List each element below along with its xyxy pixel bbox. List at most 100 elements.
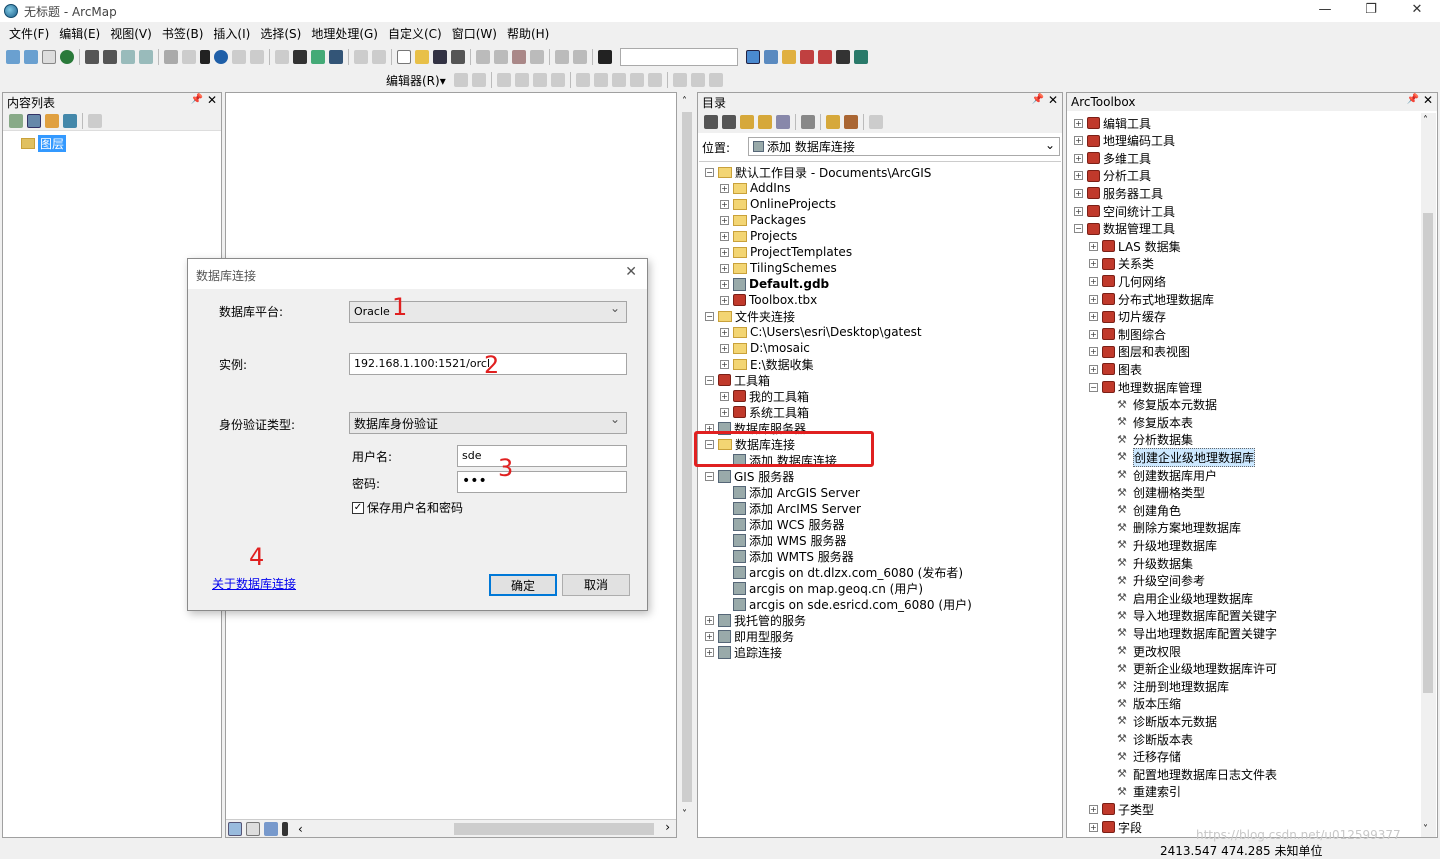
expand-icon[interactable]: +: [1074, 153, 1083, 163]
close-icon[interactable]: ✕: [1423, 93, 1433, 107]
tree-item[interactable]: 添加 WMS 服务器: [720, 532, 846, 548]
model-builder-icon[interactable]: [854, 50, 868, 64]
tree-item[interactable]: + 图表: [1089, 361, 1142, 377]
tree-item[interactable]: + Projects: [720, 228, 797, 244]
menu-item[interactable]: 视图(V): [105, 25, 157, 42]
close-icon[interactable]: ✕: [1048, 93, 1058, 107]
print-icon[interactable]: [451, 50, 465, 64]
rotate-icon[interactable]: [647, 73, 662, 87]
collapse-icon[interactable]: −: [705, 167, 714, 177]
add-data-icon[interactable]: [598, 50, 612, 64]
pin-icon[interactable]: 📌: [1032, 94, 1044, 105]
layer-item[interactable]: 图层: [21, 135, 67, 152]
hyperlink-icon[interactable]: [232, 50, 246, 64]
trace-icon[interactable]: [532, 73, 547, 87]
expand-icon[interactable]: +: [720, 391, 729, 401]
edit-vertices-icon[interactable]: [575, 73, 590, 87]
menu-item[interactable]: 编辑(E): [54, 25, 105, 42]
select-features-icon[interactable]: [164, 50, 178, 64]
menu-item[interactable]: 窗口(W): [447, 25, 502, 42]
expand-icon[interactable]: +: [1089, 364, 1098, 374]
tree-item[interactable]: + Toolbox.tbx: [720, 292, 817, 308]
open-icon[interactable]: [415, 50, 429, 64]
expand-icon[interactable]: +: [705, 615, 714, 625]
collapse-icon[interactable]: −: [1089, 382, 1098, 392]
close-icon[interactable]: ✕: [207, 93, 217, 107]
list-by-source-icon[interactable]: [27, 113, 41, 128]
collapse-icon[interactable]: −: [705, 375, 714, 385]
expand-icon[interactable]: +: [1074, 188, 1083, 198]
tree-item[interactable]: + 切片缓存: [1089, 309, 1166, 325]
tree-item[interactable]: ⚒ 创建栅格类型: [1104, 485, 1205, 501]
expand-icon[interactable]: +: [1089, 804, 1098, 814]
tree-item[interactable]: + 字段: [1089, 819, 1142, 835]
expand-icon[interactable]: +: [720, 247, 729, 257]
tree-item[interactable]: 添加 ArcGIS Server: [720, 484, 860, 500]
tree-item[interactable]: + C:\Users\esri\Desktop\gatest: [720, 324, 922, 340]
scroll-up-icon[interactable]: ˄: [682, 96, 687, 107]
delete-icon[interactable]: [530, 50, 544, 64]
tree-item[interactable]: 添加 WCS 服务器: [720, 516, 845, 532]
tree-item[interactable]: + E:\数据收集: [720, 356, 814, 372]
python-window-icon[interactable]: [836, 50, 850, 64]
tree-item[interactable]: + AddIns: [720, 180, 791, 196]
editor-menu[interactable]: 编辑器(R)▾: [380, 72, 452, 89]
up-level-icon[interactable]: [740, 115, 754, 129]
list-by-drawing-order-icon[interactable]: [9, 113, 23, 128]
create-features-icon[interactable]: [708, 73, 723, 87]
tree-item[interactable]: ⚒ 创建企业级地理数据库: [1104, 447, 1256, 467]
data-view-icon[interactable]: [228, 821, 242, 836]
scroll-up-icon[interactable]: ˄: [1423, 115, 1428, 126]
cancel-button[interactable]: 取消: [562, 574, 630, 596]
new-document-icon[interactable]: [397, 50, 411, 64]
tree-item[interactable]: ⚒ 修复版本表: [1104, 414, 1193, 430]
pin-icon[interactable]: 📌: [1407, 94, 1419, 105]
username-input[interactable]: sde: [457, 445, 627, 467]
scroll-down-icon[interactable]: ˅: [1423, 824, 1428, 835]
copy-icon[interactable]: [494, 50, 508, 64]
tree-item[interactable]: + 地理编码工具: [1074, 133, 1175, 149]
tree-item[interactable]: + 关系类: [1089, 256, 1154, 272]
goto-xy-icon[interactable]: [329, 50, 343, 64]
expand-icon[interactable]: +: [1074, 206, 1083, 216]
toolbox-vertical-scrollbar[interactable]: ˄ ˅: [1421, 113, 1436, 837]
tree-item[interactable]: ⚒ 更新企业级地理数据库许可: [1104, 661, 1277, 677]
tree-item[interactable]: ⚒ 创建角色: [1104, 502, 1181, 518]
find-icon[interactable]: [293, 50, 307, 64]
tree-item[interactable]: − 默认工作目录 - Documents\ArcGIS: [705, 164, 931, 180]
expand-icon[interactable]: +: [720, 295, 729, 305]
password-input[interactable]: •••: [457, 471, 627, 493]
edit-annotation-icon[interactable]: [471, 73, 486, 87]
menu-item[interactable]: 书签(B): [157, 25, 209, 42]
collapse-icon[interactable]: −: [1074, 224, 1083, 234]
expand-icon[interactable]: +: [1089, 347, 1098, 357]
tree-item[interactable]: + 空间统计工具: [1074, 203, 1175, 219]
tree-item[interactable]: ⚒ 启用企业级地理数据库: [1104, 590, 1253, 606]
tree-item[interactable]: + Default.gdb: [720, 276, 829, 292]
menu-item[interactable]: 地理处理(G): [306, 25, 383, 42]
expand-icon[interactable]: +: [720, 183, 729, 193]
forward-arrow-icon[interactable]: [722, 115, 736, 129]
map-scale-combo[interactable]: [620, 48, 738, 66]
list-by-visibility-icon[interactable]: [45, 113, 59, 128]
zoom-in-icon[interactable]: [6, 50, 20, 64]
collapse-icon[interactable]: −: [705, 471, 714, 481]
about-database-connections-link[interactable]: 关于数据库连接: [212, 575, 296, 592]
tree-item[interactable]: + D:\mosaic: [720, 340, 810, 356]
arctoolbox-window-icon[interactable]: [818, 50, 832, 64]
platform-select[interactable]: Oracle: [349, 301, 627, 323]
view-options-icon[interactable]: [801, 115, 815, 129]
expand-icon[interactable]: +: [720, 199, 729, 209]
end-point-arc-icon[interactable]: [514, 73, 529, 87]
tree-item[interactable]: + 多维工具: [1074, 150, 1151, 166]
home-icon[interactable]: [758, 115, 772, 129]
expand-icon[interactable]: +: [720, 263, 729, 273]
scroll-right-icon[interactable]: ›: [665, 820, 670, 834]
expand-icon[interactable]: +: [720, 215, 729, 225]
tree-item[interactable]: − 地理数据库管理: [1089, 379, 1202, 395]
back-icon[interactable]: [121, 50, 135, 64]
tree-item[interactable]: + 系统工具箱: [720, 404, 809, 420]
tree-item[interactable]: 添加 ArcIMS Server: [720, 500, 861, 516]
search-window-icon[interactable]: [800, 50, 814, 64]
tree-item[interactable]: ⚒ 升级地理数据库: [1104, 537, 1217, 553]
